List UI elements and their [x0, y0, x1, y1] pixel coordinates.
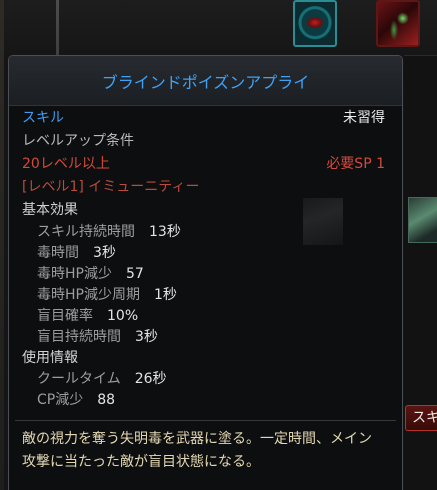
- usage-row: クールタイム 26秒: [22, 369, 385, 390]
- usage-value: 26秒: [134, 371, 167, 387]
- section-divider: [15, 420, 396, 421]
- usage-label: クールタイム: [37, 371, 121, 387]
- effect-label: 毒時HP減少: [37, 266, 112, 282]
- effect-label: 盲目確率: [37, 308, 93, 324]
- effect-row: 毒時間 3秒: [22, 243, 385, 264]
- effect-label: 盲目持続時間: [37, 329, 121, 345]
- skill-tab-button[interactable]: スキ: [405, 405, 437, 431]
- effect-row: 毒時HP減少周期 1秒: [22, 285, 385, 306]
- skill-bar-panel: [4, 0, 437, 55]
- effect-value: 1秒: [153, 287, 177, 303]
- prerequisite-skill: [レベル1] イミューニティー: [22, 179, 200, 195]
- requirement-row: 20レベル以上 必要SP 1: [22, 153, 385, 176]
- level-requirement: 20レベル以上: [22, 156, 110, 172]
- effect-value: 3秒: [135, 329, 158, 345]
- effect-row: 盲目確率 10%: [22, 306, 385, 327]
- window-frame-edge: [0, 0, 4, 490]
- usage-value: 88: [97, 392, 116, 408]
- prerequisite-row: [レベル1] イミューニティー: [22, 176, 385, 199]
- skill-title: ブラインドポイズンアプライ: [101, 73, 310, 92]
- basic-effects-heading-row: 基本効果: [22, 199, 385, 222]
- eye-skill-icon[interactable]: [293, 0, 337, 47]
- skill-type-label: スキル: [22, 110, 64, 126]
- effect-label: 毒時HP減少周期: [37, 287, 140, 303]
- levelup-conditions-heading-row: レベルアップ条件: [22, 130, 385, 153]
- effect-value: 13秒: [149, 224, 181, 240]
- effect-row: 毒時HP減少 57: [22, 264, 385, 285]
- usage-info-heading: 使用情報: [22, 350, 78, 366]
- effect-label: スキル持続時間: [37, 224, 135, 240]
- skill-slot-icon[interactable]: [408, 197, 437, 243]
- blade-skill-icon[interactable]: [376, 0, 420, 47]
- usage-label: CP減少: [37, 392, 84, 408]
- effect-label: 毒時間: [37, 245, 79, 261]
- effect-row: 盲目持続時間 3秒: [22, 327, 385, 348]
- skill-tab-button-label: スキ: [412, 410, 437, 426]
- skill-description: 敵の視力を奪う失明毒を武器に塗る。一定時間、メイン 攻撃に当たった敵が盲目状態に…: [22, 428, 385, 474]
- tooltip-header: ブラインドポイズンアプライ: [9, 56, 402, 106]
- effect-row: スキル持続時間 13秒: [22, 222, 385, 243]
- description-line: 攻撃に当たった敵が盲目状態になる。: [22, 454, 260, 470]
- effect-value: 57: [125, 266, 144, 282]
- learn-status: 未習得: [343, 110, 385, 126]
- effect-value: 3秒: [93, 245, 116, 261]
- skill-tooltip: ブラインドポイズンアプライ スキル 未習得 レベルアップ条件 20レベル以上 必…: [8, 55, 403, 490]
- sp-requirement: 必要SP 1: [326, 156, 385, 172]
- effect-value: 10%: [107, 308, 139, 324]
- tooltip-body: スキル 未習得 レベルアップ条件 20レベル以上 必要SP 1 [レベル1] イ…: [22, 107, 385, 411]
- levelup-conditions-heading: レベルアップ条件: [22, 133, 134, 149]
- skill-status-row: スキル 未習得: [22, 107, 385, 130]
- usage-row: CP減少 88: [22, 390, 385, 411]
- usage-info-heading-row: 使用情報: [22, 348, 385, 369]
- description-line: 敵の視力を奪う失明毒を武器に塗る。一定時間、メイン: [22, 431, 372, 447]
- basic-effects-heading: 基本効果: [22, 202, 78, 218]
